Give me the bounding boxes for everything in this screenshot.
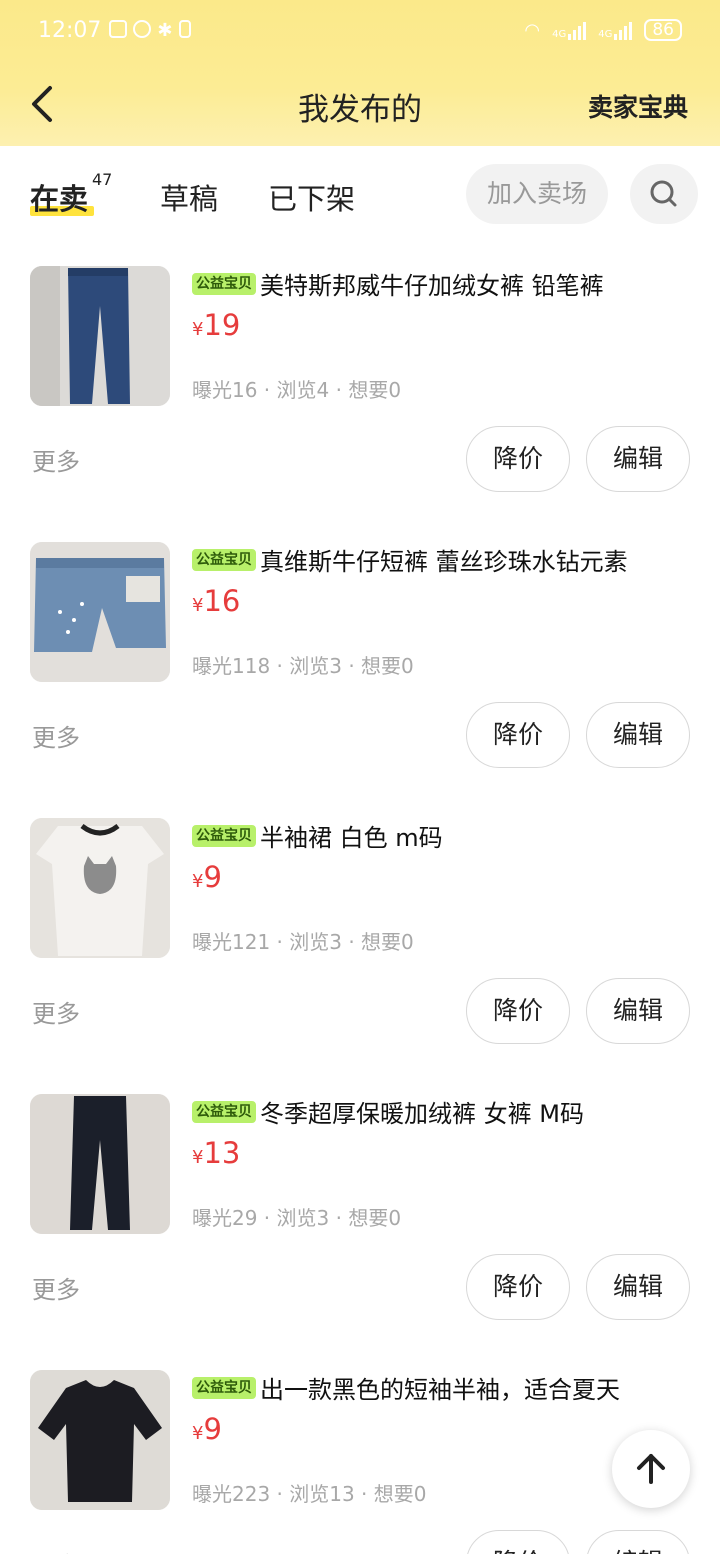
edit-button[interactable]: 编辑 (586, 1254, 690, 1320)
reduce-price-button[interactable]: 降价 (466, 1530, 570, 1554)
product-thumbnail[interactable] (30, 818, 170, 958)
jeans-image (30, 266, 170, 406)
wifi-icon: ◠ (524, 19, 541, 41)
list-item[interactable]: 公益宝贝 真维斯牛仔短裤 蕾丝珍珠水钻元素 ¥16 曝光118 · 浏览3 · … (0, 518, 720, 794)
charity-badge: 公益宝贝 (192, 1100, 256, 1123)
product-thumbnail[interactable] (30, 1094, 170, 1234)
product-stats: 曝光29 · 浏览3 · 想要0 (192, 1206, 402, 1230)
reduce-price-button[interactable]: 降价 (466, 426, 570, 492)
nfc-icon (109, 19, 128, 38)
product-price: ¥16 (192, 584, 240, 618)
reduce-price-button[interactable]: 降价 (466, 978, 570, 1044)
tab-bar: 在卖 47 草稿 已下架 加入卖场 (0, 146, 720, 242)
join-market-button[interactable]: 加入卖场 (466, 164, 608, 224)
product-title-row: 公益宝贝 真维斯牛仔短裤 蕾丝珍珠水钻元素 (192, 542, 628, 577)
product-title: 出一款黑色的短袖半袖，适合夏天 (260, 1376, 620, 1404)
shorts-image (30, 542, 170, 682)
product-list: 公益宝贝 美特斯邦威牛仔加绒女裤 铅笔裤 ¥19 曝光16 · 浏览4 · 想要… (0, 242, 720, 1554)
tab-label: 在卖 (30, 182, 89, 216)
edit-button[interactable]: 编辑 (586, 426, 690, 492)
product-price: ¥19 (192, 308, 240, 342)
product-thumbnail[interactable] (30, 542, 170, 682)
seller-guide-link[interactable]: 卖家宝典 (588, 88, 688, 124)
price-value: 9 (203, 860, 222, 894)
more-button[interactable]: 更多 (32, 442, 80, 477)
product-thumbnail[interactable] (30, 1370, 170, 1510)
navigation-bar: 我发布的 卖家宝典 (0, 62, 720, 146)
edit-button[interactable]: 编辑 (586, 1530, 690, 1554)
bluetooth-icon: ✱ (157, 19, 173, 41)
signal-label: 4G (552, 29, 567, 40)
product-title-row: 公益宝贝 半袖裙 白色 m码 (192, 818, 443, 853)
tab-label: 已下架 (268, 182, 356, 216)
scroll-to-top-button[interactable] (612, 1430, 690, 1508)
price-value: 9 (203, 1412, 222, 1446)
list-item[interactable]: 公益宝贝 冬季超厚保暖加绒裤 女裤 M码 ¥13 曝光29 · 浏览3 · 想要… (0, 1070, 720, 1346)
more-button[interactable]: 更多 (32, 718, 80, 753)
signal-label: 4G (598, 29, 613, 40)
tab-delisted[interactable]: 已下架 (268, 176, 355, 218)
product-title: 半袖裙 白色 m码 (260, 824, 443, 852)
product-stats: 曝光16 · 浏览4 · 想要0 (192, 378, 402, 402)
price-value: 19 (203, 308, 241, 342)
charity-badge: 公益宝贝 (192, 824, 256, 847)
search-button[interactable] (630, 164, 698, 224)
status-bar: 12:07 ✱ ◠ 4G 4G 86 (0, 0, 720, 60)
tab-drafts[interactable]: 草稿 (160, 176, 218, 218)
alarm-icon (133, 19, 152, 38)
product-stats: 曝光121 · 浏览3 · 想要0 (192, 930, 414, 954)
signal-icon-2: 4G (598, 20, 633, 40)
vibrate-icon (178, 19, 191, 38)
status-time: 12:07 (38, 17, 102, 43)
list-item[interactable]: 公益宝贝 美特斯邦威牛仔加绒女裤 铅笔裤 ¥19 曝光16 · 浏览4 · 想要… (0, 242, 720, 518)
black-top-image (30, 1370, 170, 1510)
price-value: 13 (203, 1136, 241, 1170)
product-price: ¥9 (192, 860, 222, 894)
product-title-row: 公益宝贝 冬季超厚保暖加绒裤 女裤 M码 (192, 1094, 584, 1129)
currency-symbol: ¥ (192, 1423, 204, 1444)
list-item[interactable]: 公益宝贝 半袖裙 白色 m码 ¥9 曝光121 · 浏览3 · 想要0 更多 降… (0, 794, 720, 1070)
charity-badge: 公益宝贝 (192, 548, 256, 571)
product-title: 冬季超厚保暖加绒裤 女裤 M码 (260, 1100, 584, 1128)
price-value: 16 (203, 584, 241, 618)
more-button[interactable]: 更多 (32, 1546, 80, 1554)
product-price: ¥13 (192, 1136, 240, 1170)
product-title: 美特斯邦威牛仔加绒女裤 铅笔裤 (260, 272, 604, 300)
charity-badge: 公益宝贝 (192, 1376, 256, 1399)
currency-symbol: ¥ (192, 595, 204, 616)
edit-button[interactable]: 编辑 (586, 702, 690, 768)
product-thumbnail[interactable] (30, 266, 170, 406)
charity-badge: 公益宝贝 (192, 272, 256, 295)
product-title-row: 公益宝贝 出一款黑色的短袖半袖，适合夏天 (192, 1370, 620, 1405)
reduce-price-button[interactable]: 降价 (466, 702, 570, 768)
edit-button[interactable]: 编辑 (586, 978, 690, 1044)
leggings-image (30, 1094, 170, 1234)
status-icons: ✱ (109, 19, 191, 41)
product-title: 真维斯牛仔短裤 蕾丝珍珠水钻元素 (260, 548, 628, 576)
battery-indicator: 86 (644, 19, 682, 41)
arrow-up-icon (637, 1454, 665, 1484)
currency-symbol: ¥ (192, 319, 204, 340)
search-icon (650, 180, 677, 207)
tab-count-badge: 47 (92, 170, 113, 189)
currency-symbol: ¥ (192, 1147, 204, 1168)
more-button[interactable]: 更多 (32, 1270, 80, 1305)
product-stats: 曝光223 · 浏览13 · 想要0 (192, 1482, 427, 1506)
tab-on-sale[interactable]: 在卖 47 (30, 170, 112, 218)
reduce-price-button[interactable]: 降价 (466, 1254, 570, 1320)
tab-label: 草稿 (160, 182, 219, 216)
product-price: ¥9 (192, 1412, 222, 1446)
product-stats: 曝光118 · 浏览3 · 想要0 (192, 654, 414, 678)
currency-symbol: ¥ (192, 871, 204, 892)
dress-image (30, 818, 170, 958)
more-button[interactable]: 更多 (32, 994, 80, 1029)
product-title-row: 公益宝贝 美特斯邦威牛仔加绒女裤 铅笔裤 (192, 266, 604, 301)
signal-icon-1: 4G (552, 20, 587, 40)
